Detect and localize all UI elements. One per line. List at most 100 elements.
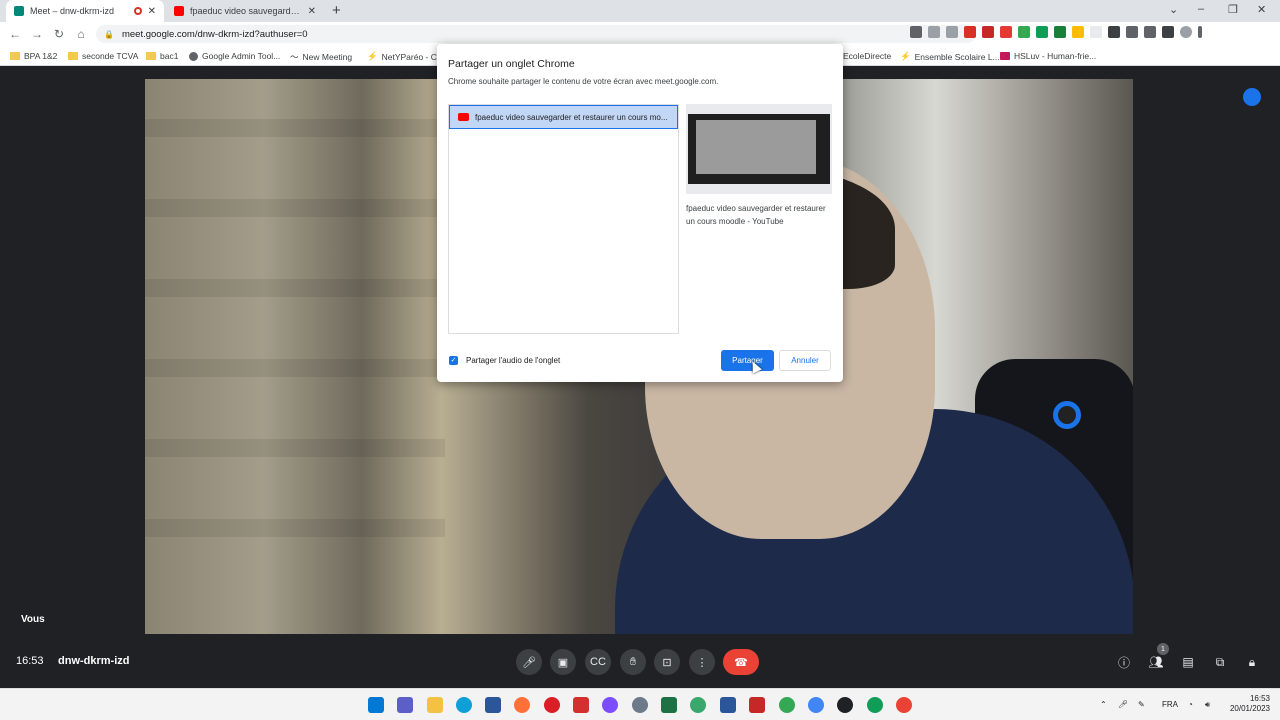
tab-search-icon[interactable]: ⌄ bbox=[1169, 3, 1178, 16]
lock-icon: 🔒 bbox=[104, 29, 114, 39]
taskbar: ⌃ 🎤︎ ✎ FRA ◔ 🔊︎ 16:53 20/01/2023 bbox=[0, 688, 1280, 720]
share-icon[interactable] bbox=[928, 26, 940, 38]
messenger-icon[interactable] bbox=[602, 697, 618, 713]
chrome-app-icon[interactable] bbox=[867, 697, 883, 713]
bookmark-folder[interactable]: seconde TCVA bbox=[68, 51, 138, 61]
reload-icon[interactable]: ↻ bbox=[48, 27, 70, 41]
captions-icon: CC bbox=[590, 656, 606, 668]
more-options-button[interactable]: ⋮ bbox=[689, 649, 715, 675]
url-text: meet.google.com/dnw-dkrm-izd?authuser=0 bbox=[121, 28, 308, 40]
back-icon[interactable]: ← bbox=[4, 27, 26, 41]
dialog-title: Partager un onglet Chrome bbox=[448, 58, 575, 70]
meeting-code: dnw-dkrm-izd bbox=[58, 655, 130, 667]
extension-icon[interactable] bbox=[982, 26, 994, 38]
ensemble-scolaire-icon: ⚡ bbox=[900, 51, 911, 61]
bookmark-folder[interactable]: BPA 1&2 bbox=[10, 51, 57, 61]
microphone-button[interactable]: 🎤︎ bbox=[516, 649, 542, 675]
address-bar[interactable]: 🔒 meet.google.com/dnw-dkrm-izd?authuser=… bbox=[96, 25, 976, 43]
extension-icon[interactable] bbox=[1072, 26, 1084, 38]
bookmark-link[interactable]: HSLuv - Human-frie... bbox=[1000, 51, 1096, 61]
app-icon[interactable] bbox=[690, 697, 706, 713]
pen-icon[interactable]: ✎ bbox=[1138, 700, 1145, 709]
volume-icon[interactable]: 🔊︎ bbox=[1205, 700, 1210, 710]
star-icon[interactable] bbox=[946, 26, 958, 38]
extension-icon[interactable] bbox=[1000, 26, 1012, 38]
bookmark-link[interactable]: EcoleDirecte bbox=[843, 51, 891, 61]
preview-document bbox=[696, 120, 816, 174]
tab-list-item[interactable]: fpaeduc video sauvegarder et restaurer u… bbox=[449, 105, 678, 129]
bookmark-link[interactable]: ⚡ Ensemble Scolaire L... bbox=[900, 51, 1000, 62]
excel-icon[interactable] bbox=[661, 697, 677, 713]
activities-button[interactable]: ⧉ bbox=[1211, 653, 1229, 671]
minimize-button[interactable]: – bbox=[1198, 3, 1204, 15]
brave-icon[interactable] bbox=[573, 697, 589, 713]
tab-meet[interactable]: Meet – dnw-dkrm-izd ✕ bbox=[6, 0, 164, 22]
word-icon[interactable] bbox=[720, 697, 736, 713]
store-icon[interactable] bbox=[485, 697, 501, 713]
pdf-extension-icon[interactable] bbox=[964, 26, 976, 38]
chat-button[interactable]: ▤ bbox=[1179, 653, 1197, 671]
reading-list-icon[interactable] bbox=[1144, 26, 1156, 38]
share-audio-checkbox[interactable]: ✓ bbox=[449, 356, 458, 365]
cancel-button[interactable]: Annuler bbox=[779, 350, 831, 371]
side-panel-icon[interactable] bbox=[1162, 26, 1174, 38]
captions-button[interactable]: CC bbox=[585, 649, 611, 675]
microphone-tray-icon[interactable]: 🎤︎ bbox=[1118, 700, 1128, 709]
meeting-time: 16:53 bbox=[16, 655, 44, 667]
chrome-icon[interactable] bbox=[808, 697, 824, 713]
folder-icon bbox=[68, 52, 78, 60]
puzzle-icon[interactable] bbox=[1108, 26, 1120, 38]
wall-plank bbox=[145, 519, 445, 537]
home-icon[interactable]: ⌂ bbox=[70, 27, 92, 41]
file-explorer-icon[interactable] bbox=[427, 697, 443, 713]
wall-plank bbox=[145, 439, 445, 457]
profile-avatar[interactable] bbox=[1180, 26, 1192, 38]
bookmark-link[interactable]: Google Admin Tool... bbox=[189, 51, 280, 61]
windows-start-icon[interactable] bbox=[368, 697, 384, 713]
chat-icon: ▤ bbox=[1182, 655, 1194, 669]
meeting-details-button[interactable]: ⓘ bbox=[1115, 653, 1133, 671]
close-icon[interactable]: ✕ bbox=[308, 6, 316, 17]
preview-caption: fpaeduc video sauvegarder et restaurer u… bbox=[686, 204, 826, 226]
extension-icon[interactable] bbox=[1054, 26, 1066, 38]
settings-icon[interactable] bbox=[632, 697, 648, 713]
firefox-icon[interactable] bbox=[514, 697, 530, 713]
chrome-app-icon[interactable] bbox=[896, 697, 912, 713]
leave-call-button[interactable]: ☎︎ bbox=[723, 649, 759, 675]
extension-icon[interactable] bbox=[1036, 26, 1048, 38]
forward-icon[interactable]: → bbox=[26, 27, 48, 41]
meeting-icon: 〜 bbox=[290, 52, 299, 62]
new-tab-button[interactable]: + bbox=[332, 2, 341, 19]
chat-app-icon[interactable] bbox=[397, 697, 413, 713]
tab-strip: Meet – dnw-dkrm-izd ✕ fpaeduc video sauv… bbox=[0, 0, 1280, 22]
tab-youtube[interactable]: fpaeduc video sauvegarder et re ✕ bbox=[166, 0, 324, 22]
bookmark-link[interactable]: 〜 New Meeting bbox=[290, 51, 352, 63]
people-button[interactable]: 👥︎ bbox=[1147, 653, 1165, 671]
cast-icon[interactable] bbox=[1126, 26, 1138, 38]
menu-icon[interactable] bbox=[1198, 26, 1202, 38]
system-clock[interactable]: 16:53 20/01/2023 bbox=[1226, 694, 1270, 714]
window-close-button[interactable]: ✕ bbox=[1257, 3, 1266, 16]
bookmark-link[interactable]: ⚡ NetYParéo - CFA bbox=[367, 51, 447, 62]
language-indicator[interactable]: FRA bbox=[1162, 700, 1178, 709]
edge-icon[interactable] bbox=[456, 697, 472, 713]
wifi-icon[interactable]: ◔ bbox=[1188, 700, 1193, 709]
chrome-profile-icon[interactable] bbox=[779, 697, 795, 713]
maximize-button[interactable]: ❐ bbox=[1228, 3, 1238, 16]
present-button[interactable]: ⊡ bbox=[654, 649, 680, 675]
extension-icon[interactable] bbox=[1018, 26, 1030, 38]
share-button[interactable]: Partager bbox=[721, 350, 774, 371]
media-player-icon[interactable] bbox=[837, 697, 853, 713]
acrobat-icon[interactable] bbox=[749, 697, 765, 713]
tab-title: fpaeduc video sauvegarder et re bbox=[190, 6, 302, 16]
camera-button[interactable]: ▣ bbox=[550, 649, 576, 675]
host-controls-button[interactable]: 🔒︎ bbox=[1243, 653, 1261, 671]
close-icon[interactable]: ✕ bbox=[148, 6, 156, 17]
camera-icon[interactable] bbox=[910, 26, 922, 38]
extension-icon[interactable] bbox=[1090, 26, 1102, 38]
chevron-up-icon[interactable]: ⌃ bbox=[1100, 700, 1107, 709]
opera-icon[interactable] bbox=[544, 697, 560, 713]
bookmark-folder[interactable]: bac1 bbox=[146, 51, 178, 61]
folder-icon bbox=[146, 52, 156, 60]
raise-hand-button[interactable]: ✋︎ bbox=[620, 649, 646, 675]
